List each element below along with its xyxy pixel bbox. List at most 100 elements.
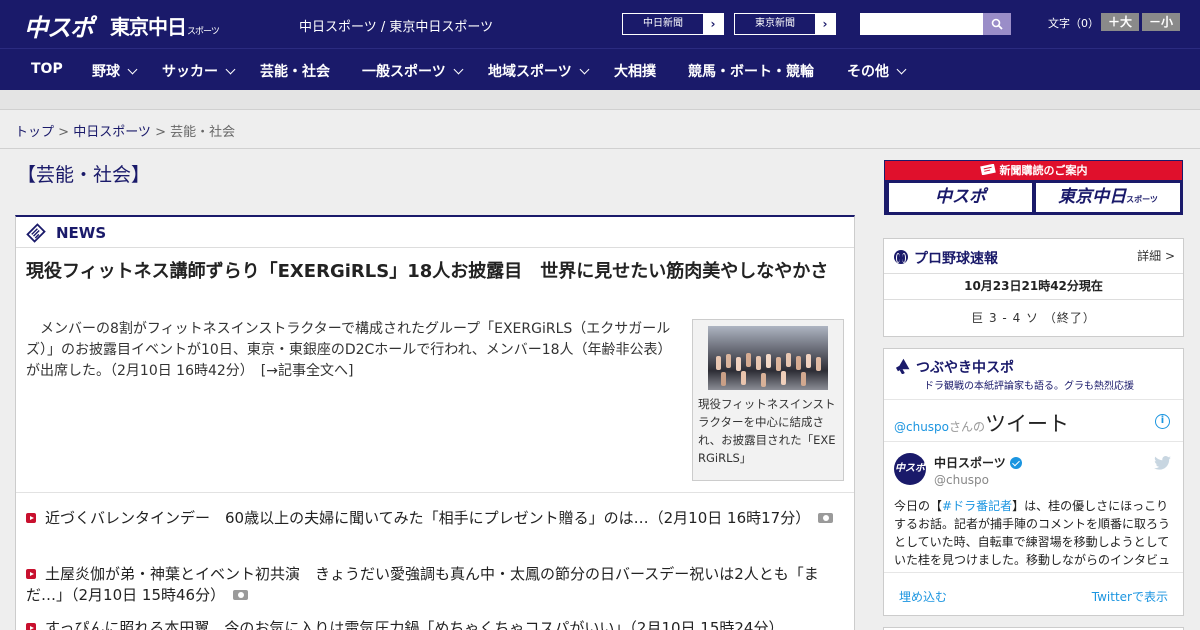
breadcrumb-divider: [0, 148, 1200, 149]
breadcrumb-top[interactable]: トップ: [15, 125, 54, 140]
list-item-link[interactable]: 近づくバレンタインデー 60歳以上の夫婦に聞いてみた「相手にプレゼント贈る」のは…: [45, 509, 810, 527]
twitter-widget-title-text: つぶやき中スポ: [916, 360, 1014, 376]
subscription-banner: 新聞購読のご案内 中スポ 東京中日スポーツ: [884, 160, 1183, 215]
breadcrumb: トップ > 中日スポーツ > 芸能・社会: [15, 121, 235, 140]
chunichi-shimbun-link[interactable]: 中日新聞 ›: [622, 13, 724, 35]
top-story-photo-box: 現役フィットネスインストラクターを中心に結成され、お披露目された「EXERGiR…: [692, 319, 844, 481]
twitter-embed-header: @chuspoさんのツイート: [894, 408, 1069, 438]
nav-item-top[interactable]: TOP: [31, 61, 63, 77]
breadcrumb-chunichi-sports[interactable]: 中日スポーツ: [73, 125, 151, 140]
tweet-text: 今日の【#ドラ番記者】は、桂の優しさにほっこりするお話。記者が捕手陣のコメントを…: [894, 497, 1172, 569]
font-smaller-button[interactable]: －小: [1142, 13, 1180, 31]
site-header: 中スポ 東京中日スポーツ 中日スポーツ / 東京中日スポーツ 中日新聞 › 東京…: [0, 0, 1200, 48]
twitter-account-name-text: 中日スポーツ: [934, 456, 1006, 470]
news-panel: NEWS 現役フィットネス講師ずらり「EXERGiRLS」18人お披露目 世界に…: [15, 215, 855, 630]
search-input[interactable]: [860, 13, 983, 35]
chevron-right-icon: ›: [703, 14, 723, 34]
top-story-headline[interactable]: 現役フィットネス講師ずらり「EXERGiRLS」18人お披露目 世界に見せたい筋…: [26, 259, 848, 284]
nav-item-label: 競馬・ボート・競輪: [688, 64, 814, 80]
search-button[interactable]: [983, 13, 1011, 35]
font-size-label: 文字（0）: [1048, 17, 1099, 30]
tokyo-chunichi-logo[interactable]: 東京中日スポーツ: [110, 11, 220, 40]
chevron-right-icon: ›: [815, 14, 835, 34]
list-item[interactable]: 土屋炎伽が弟・神葉とイベント初共演 きょうだい愛強調も真ん中・太鳳の節分の日バー…: [26, 564, 846, 606]
twitter-embed-footer: 埋め込む Twitterで表示: [884, 572, 1183, 616]
baseball-score-widget: プロ野球速報 詳細 > 10月23日21時42分現在 巨 3 - 4 ソ （終了…: [883, 238, 1184, 337]
view-on-twitter-link[interactable]: Twitterで表示: [1092, 588, 1168, 605]
camera-icon: [233, 590, 249, 600]
nav-item-baseball[interactable]: 野球: [92, 61, 138, 81]
baseball-game-score[interactable]: 巨 3 - 4 ソ （終了）: [884, 309, 1183, 326]
tokyo-shimbun-label: 東京新聞: [755, 18, 795, 29]
news-header: NEWS: [16, 217, 854, 248]
nav-item-label: サッカー: [162, 64, 218, 80]
baseball-detail-link[interactable]: 詳細 >: [1137, 247, 1175, 264]
baseball-title-text: プロ野球速報: [914, 251, 998, 267]
tokyo-shimbun-link[interactable]: 東京新聞 ›: [734, 13, 836, 35]
baseball-timestamp: 10月23日21時42分現在: [884, 273, 1183, 300]
search-icon: [991, 18, 1003, 30]
verified-badge-icon: [1009, 457, 1022, 469]
twitter-bird-icon[interactable]: [1154, 456, 1171, 470]
twitter-account-handle[interactable]: @chuspo: [934, 473, 989, 487]
font-bigger-button[interactable]: ＋大: [1101, 13, 1139, 31]
twitter-embed: @chuspoさんのツイート i 中スポ 中日スポーツ @chuspo 今日の【…: [884, 399, 1183, 615]
nav-item-label: TOP: [31, 61, 63, 77]
breadcrumb-separator: >: [54, 125, 74, 140]
list-item[interactable]: すっぴんに照れる本田翼 今のお気に入りは電気圧力鍋「めちゃくちゃコスパがいい」（…: [26, 618, 846, 630]
nav-item-soccer[interactable]: サッカー: [162, 61, 236, 81]
list-item-link[interactable]: すっぴんに照れる本田翼 今のお気に入りは電気圧力鍋「めちゃくちゃコスパがいい」（…: [45, 619, 783, 630]
chuspo-subscribe-button[interactable]: 中スポ: [889, 183, 1032, 212]
bullet-arrow-icon: [26, 513, 36, 523]
twitter-tweets-word: ツイート: [985, 412, 1070, 436]
nav-item-racing[interactable]: 競馬・ボート・競輪: [688, 61, 814, 81]
bullet-arrow-icon: [26, 569, 36, 579]
nav-item-sumo[interactable]: 大相撲: [614, 61, 656, 81]
tokyo-logo-suffix: スポーツ: [187, 27, 220, 37]
page-title: 【芸能・社会】: [17, 164, 151, 186]
tokyo-chunichi-subscribe-button[interactable]: 東京中日スポーツ: [1036, 183, 1180, 212]
chunichi-shimbun-label: 中日新聞: [643, 18, 683, 29]
twitter-handle-suffix: さんの: [949, 420, 986, 434]
nav-item-entertainment[interactable]: 芸能・社会: [260, 61, 330, 81]
baseball-widget-title: プロ野球速報: [894, 248, 998, 268]
nav-item-label: 野球: [92, 64, 120, 80]
info-icon[interactable]: i: [1155, 414, 1170, 429]
list-item-link[interactable]: 土屋炎伽が弟・神葉とイベント初共演 きょうだい愛強調も真ん中・太鳳の節分の日バー…: [26, 565, 819, 604]
chevron-down-icon: [896, 64, 907, 75]
embed-link[interactable]: 埋め込む: [899, 588, 947, 605]
nav-item-label: 芸能・社会: [260, 64, 330, 80]
nav-item-other[interactable]: その他: [847, 61, 907, 81]
nav-item-regional-sports[interactable]: 地域スポーツ: [488, 61, 590, 81]
tweet-text-pre: 今日の【: [894, 499, 943, 513]
chevron-down-icon: [579, 64, 590, 75]
baseball-icon: [894, 250, 908, 264]
nav-item-general-sports[interactable]: 一般スポーツ: [362, 61, 464, 81]
bullet-arrow-icon: [26, 623, 36, 630]
chuspo-logo[interactable]: 中スポ: [24, 8, 94, 43]
tweet-hashtag-link[interactable]: #ドラ番記者: [942, 499, 1012, 513]
nav-item-label: 一般スポーツ: [362, 64, 446, 80]
avatar[interactable]: 中スポ: [894, 453, 926, 485]
nav-item-label: 地域スポーツ: [488, 64, 572, 80]
subscription-banner-title: 新聞購読のご案内: [885, 161, 1182, 180]
twitter-widget: つぶやき中スポ ドラ観戦の本紙評論家も語る。グラも熱烈応援 @chuspoさんの…: [883, 348, 1184, 616]
top-story-photo-caption: 現役フィットネスインストラクターを中心に結成され、お披露目された「EXERGiR…: [698, 397, 836, 465]
tokyo-chunichi-suffix: スポーツ: [1126, 195, 1158, 204]
twitter-embed-divider: [884, 441, 1183, 442]
nav-item-label: 大相撲: [614, 64, 656, 80]
news-section-label: NEWS: [56, 224, 107, 242]
subscription-banner-title-text: 新聞購読のご案内: [999, 164, 1088, 177]
chevron-down-icon: [225, 64, 236, 75]
top-story-lead: メンバーの8割がフィットネスインストラクターで構成されたグループ「EXERGiR…: [26, 321, 672, 379]
twitter-handle-link[interactable]: @chuspo: [894, 420, 949, 434]
top-story-photo[interactable]: [708, 326, 828, 390]
main-nav: TOP 野球 サッカー 芸能・社会 一般スポーツ 地域スポーツ 大相撲 競馬・ボ…: [0, 48, 1200, 90]
chevron-down-icon: [127, 64, 138, 75]
tokyo-logo-text: 東京中日: [110, 15, 187, 39]
ad-strip: [0, 90, 1200, 110]
list-item[interactable]: 近づくバレンタインデー 60歳以上の夫婦に聞いてみた「相手にプレゼント贈る」のは…: [26, 508, 846, 529]
newspaper-icon: [979, 163, 996, 176]
twitter-account-name[interactable]: 中日スポーツ: [934, 454, 1022, 471]
twitter-widget-subtitle: ドラ観戦の本紙評論家も語る。グラも熱烈応援: [924, 381, 1134, 392]
